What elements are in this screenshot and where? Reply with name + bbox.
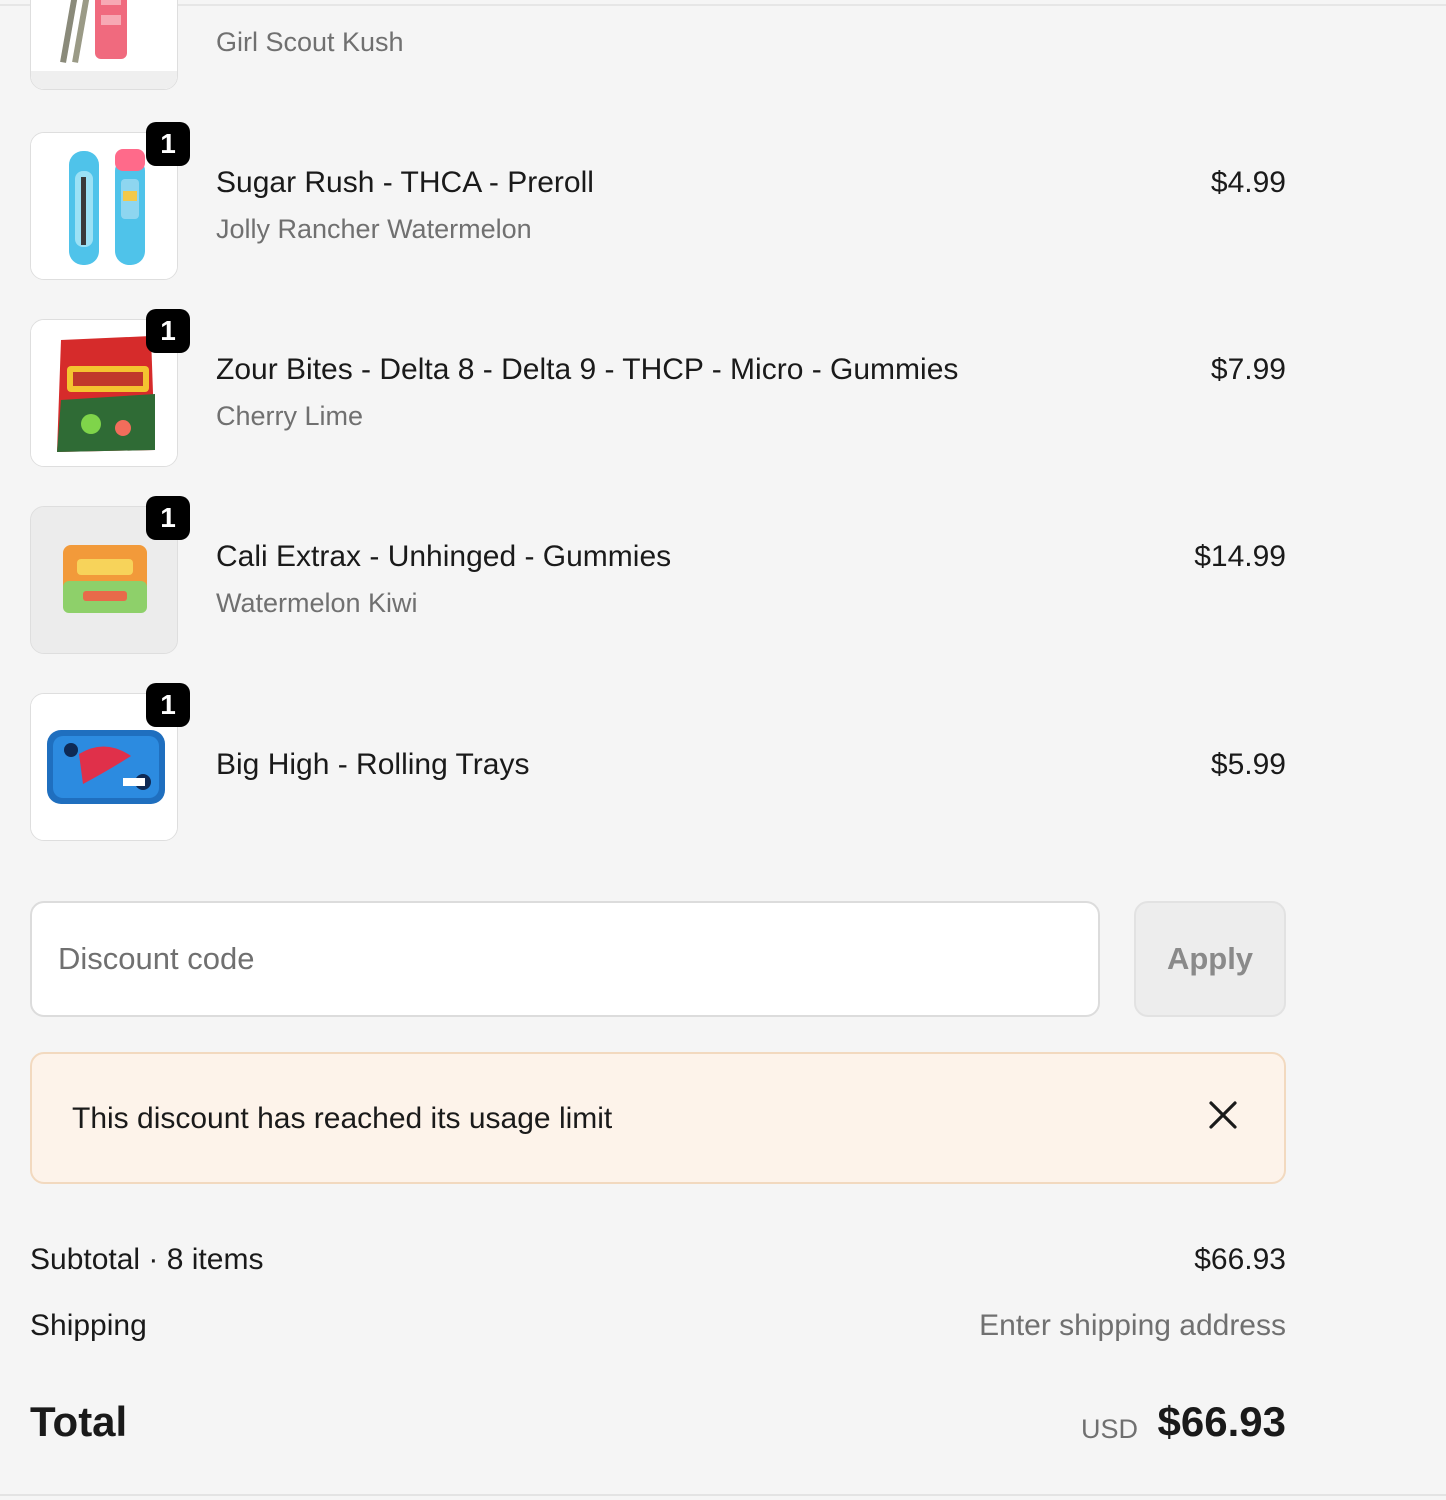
- apply-discount-button[interactable]: Apply: [1134, 901, 1286, 1017]
- subtotal-value: $66.93: [1194, 1243, 1286, 1276]
- quantity-badge: 1: [146, 309, 190, 353]
- quantity-badge: 1: [146, 496, 190, 540]
- close-icon[interactable]: [1206, 1098, 1240, 1132]
- item-variant: Watermelon Kiwi: [216, 588, 418, 618]
- product-thumbnail: [30, 0, 178, 90]
- item-title: Big High - Rolling Trays: [216, 748, 530, 781]
- cart-item: 1 Big High - Rolling Trays $5.99: [30, 683, 1286, 843]
- total-amount: $66.93: [1157, 1398, 1286, 1445]
- item-variant: Jolly Rancher Watermelon: [216, 214, 532, 244]
- item-title: Sugar Rush - THCA - Preroll: [216, 166, 594, 199]
- item-price: $14.99: [1194, 540, 1286, 573]
- item-title: Cali Extrax - Unhinged - Gummies: [216, 540, 672, 573]
- discount-error-message: This discount has reached its usage limi…: [72, 1102, 613, 1135]
- item-variant: Girl Scout Kush: [216, 27, 404, 57]
- cart-item: 1 Sugar Rush - THCA - Preroll Jolly Ranc…: [30, 122, 1286, 282]
- discount-error-alert: This discount has reached its usage limi…: [30, 1052, 1286, 1184]
- item-price: $7.99: [1210, 353, 1286, 386]
- item-price: $4.99: [1210, 166, 1286, 199]
- item-title: Zour Bites - Delta 8 - Delta 9 - THCP - …: [216, 353, 959, 386]
- item-price: $5.99: [1210, 748, 1286, 781]
- subtotal-label: Subtotal · 8 items: [30, 1243, 264, 1276]
- quantity-badge: 1: [146, 683, 190, 727]
- total-label: Total: [30, 1398, 128, 1445]
- shipping-value: Enter shipping address: [979, 1309, 1286, 1342]
- total-currency: USD: [1081, 1414, 1139, 1444]
- shipping-label: Shipping: [30, 1309, 147, 1342]
- cart-item: Girl Scout Kush: [30, 0, 1286, 92]
- bottom-divider: [0, 1494, 1446, 1496]
- item-variant: Cherry Lime: [216, 401, 364, 431]
- cart-item: 1 Cali Extrax - Unhinged - Gummies Water…: [30, 496, 1286, 656]
- product-image: [31, 0, 177, 89]
- quantity-badge: 1: [146, 122, 190, 166]
- cart-item: 1 Zour Bites - Delta 8 - Delta 9 - THCP …: [30, 309, 1286, 469]
- discount-code-input[interactable]: [30, 901, 1100, 1017]
